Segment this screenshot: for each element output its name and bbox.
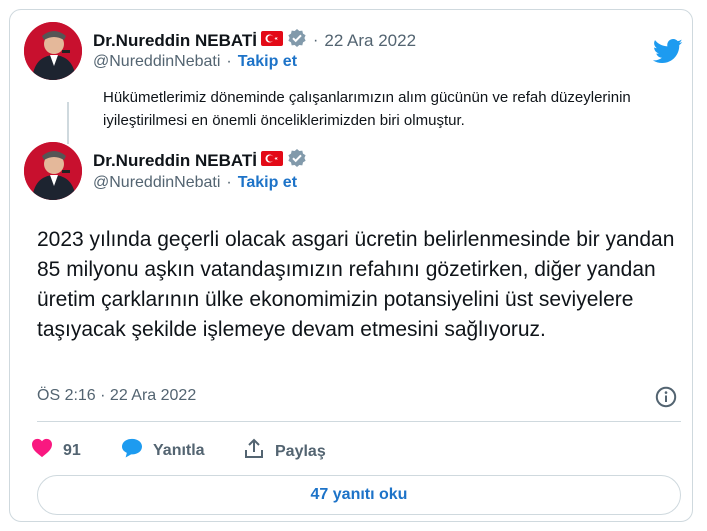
share-label: Paylaş [275,442,326,460]
reply-action[interactable]: Yanıtla [121,438,205,463]
main-follow-link[interactable]: Takip et [238,174,297,192]
read-replies-button[interactable]: 47 yanıtı oku [37,475,681,515]
main-author-handle[interactable]: @NureddinNebati [93,174,220,192]
separator-dot: · [226,53,232,70]
main-author-name[interactable]: Dr.Nureddin NEBATİ [93,151,257,171]
twitter-bird-icon[interactable] [652,39,683,69]
verified-badge-icon [287,28,307,53]
main-author-avatar[interactable] [24,142,82,200]
quoted-author-name[interactable]: Dr.Nureddin NEBATİ [93,31,257,51]
quoted-follow-link[interactable]: Takip et [238,53,297,71]
share-icon [243,438,265,465]
quoted-tweet-text: Hükümetlerimiz döneminde çalışanlarımızı… [103,89,631,129]
quoted-tweet-date[interactable]: 22 Ara 2022 [324,31,416,51]
thread-connector-line [67,102,69,144]
turkey-flag-icon [261,30,284,51]
tweet-embed-card: Dr.Nureddin NEBATİ · 22 Ara 2022 @Nuredd… [9,9,693,522]
separator-dot: · [313,31,319,49]
info-icon[interactable] [655,386,677,413]
reply-label: Yanıtla [153,441,205,459]
tweet-timestamp[interactable]: ÖS 2:16 · 22 Ara 2022 [37,387,196,405]
main-tweet-text: 2023 yılında geçerli olacak asgari ücret… [37,228,675,341]
quoted-author-avatar[interactable] [24,22,82,80]
quoted-author-handle[interactable]: @NureddinNebati [93,53,220,71]
speech-bubble-icon [121,438,143,463]
heart-icon [31,438,53,463]
turkey-flag-icon [261,150,284,171]
like-action[interactable]: 91 [31,438,81,463]
verified-badge-icon [287,148,307,173]
share-action[interactable]: Paylaş [243,438,326,465]
like-count: 91 [63,441,81,459]
divider [37,421,681,422]
separator-dot: · [226,174,232,191]
